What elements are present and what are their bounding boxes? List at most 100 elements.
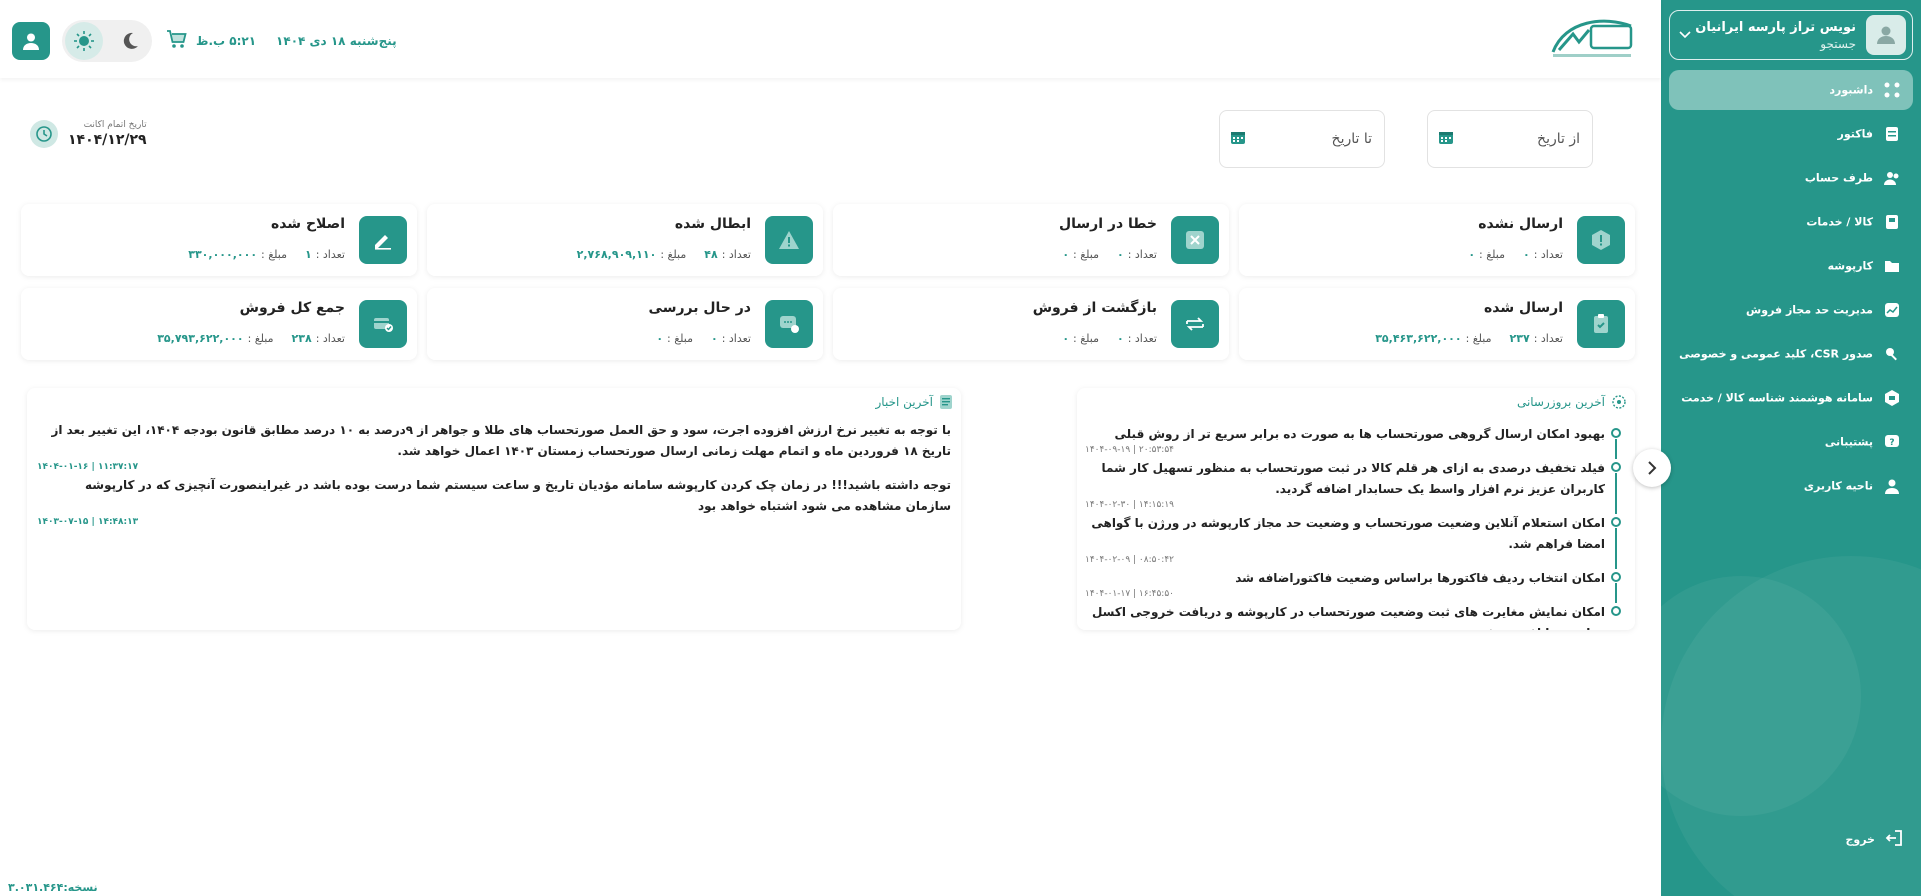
stat-amount: ۰: [656, 332, 664, 345]
sidebar-item-label: طرف حساب: [1804, 171, 1873, 185]
count-label: تعداد :: [721, 248, 751, 261]
from-date-field[interactable]: از تاریخ: [1427, 110, 1593, 168]
sidebar-menu: داشبورد فاکتور طرف حساب کالا / خدمات کار…: [1669, 70, 1913, 510]
sidebar-item-label: کارپوشه: [1827, 259, 1873, 273]
list-item: فیلد تخفیف درصدی به ازای هر قلم کالا در …: [1085, 458, 1621, 514]
header-toolbar: ۵:۲۱ ب.ظ پنج‌شنبه ۱۸ دی ۱۴۰۴: [12, 20, 397, 62]
key-icon: [1881, 343, 1903, 365]
user-avatar-icon: [1866, 15, 1906, 55]
stat-card-not-sent[interactable]: ارسال نشده تعداد :۰ مبلغ :۰: [1239, 204, 1635, 276]
calendar-icon[interactable]: [1438, 129, 1454, 149]
sidebar-item-label: صدور CSR، کلید عمومی و خصوصی: [1679, 347, 1873, 361]
app-version: نسخه:۳.۰۳۱.۴۶۴: [8, 881, 98, 894]
update-text: بهبود امکان ارسال گروهی صورتحساب ها به ص…: [1114, 427, 1606, 441]
stat-card-under-review[interactable]: در حال بررسی تعداد :۰ مبلغ :۰: [427, 288, 823, 360]
timeline-dot: [1611, 462, 1621, 472]
stat-title: بازگشت از فروش: [1032, 300, 1157, 316]
sidebar-item-barcode[interactable]: سامانه هوشمند شناسه کالا / خدمت: [1669, 378, 1913, 418]
edit-icon: [359, 216, 407, 264]
account-expiry: تاریخ اتمام اکانت ۱۴۰۴/۱۲/۲۹: [30, 120, 147, 148]
support-icon: ?: [1881, 431, 1903, 453]
logout-icon: [1885, 829, 1903, 850]
stat-count: ۱: [304, 248, 312, 261]
updates-title: آخرین بروزرسانی: [1517, 394, 1627, 410]
profile-button[interactable]: [12, 22, 50, 60]
moon-icon[interactable]: [111, 22, 149, 60]
timeline-line: [1615, 473, 1617, 514]
amount-label: مبلغ :: [660, 248, 687, 261]
sidebar-item-support[interactable]: ? پشتیبانی: [1669, 422, 1913, 462]
svg-text:?: ?: [1889, 438, 1894, 448]
amount-label: مبلغ :: [1073, 248, 1099, 261]
stat-amount: ۳۵,۷۹۳,۶۲۲,۰۰۰: [157, 332, 244, 345]
stat-title: ارسال نشده: [1478, 216, 1563, 232]
user-card[interactable]: نویس تراز پارسه ایرانیان جستجو: [1669, 10, 1913, 60]
list-item: توجه داشته باشید!!! در زمان چک کردن کارپ…: [37, 475, 951, 527]
news-text: با توجه به تغییر نرخ ارزش افزوده اجرت، س…: [51, 423, 951, 458]
stat-card-cancelled[interactable]: ابطال شده تعداد :۴۸ مبلغ :۲,۷۶۸,۹۰۹,۱۱۰: [427, 204, 823, 276]
sidebar-item-goods[interactable]: کالا / خدمات: [1669, 202, 1913, 242]
header-date: پنج‌شنبه ۱۸ دی ۱۴۰۴: [276, 34, 397, 48]
stat-card-corrected[interactable]: اصلاح شده تعداد :۱ مبلغ :۳۳۰,۰۰۰,۰۰۰: [21, 204, 417, 276]
stat-amount: ۰: [1062, 332, 1070, 345]
amount-label: مبلغ :: [247, 332, 274, 345]
sidebar-item-label: سامانه هوشمند شناسه کالا / خدمت: [1681, 391, 1873, 405]
list-item: امکان نمایش مغایرت های ثبت وضعیت صورتحسا…: [1085, 602, 1621, 630]
sidebar-item-label: داشبورد: [1829, 83, 1873, 97]
update-stamp: ۱۴۰۴-۰۲-۳۰ | ۱۴:۱۵:۱۹: [1085, 500, 1174, 510]
timeline-dot: [1611, 572, 1621, 582]
error-x-icon: [1171, 216, 1219, 264]
sidebar-item-sales-limit[interactable]: مدیریت حد مجاز فروش: [1669, 290, 1913, 330]
sidebar-item-invoice[interactable]: فاکتور: [1669, 114, 1913, 154]
count-label: تعداد :: [315, 248, 345, 261]
timeline-line: [1615, 439, 1617, 459]
stat-title: در حال بررسی: [648, 300, 751, 316]
calendar-icon[interactable]: [1230, 129, 1246, 149]
sidebar-item-contacts[interactable]: طرف حساب: [1669, 158, 1913, 198]
theme-toggle[interactable]: [62, 20, 152, 62]
sun-icon[interactable]: [65, 22, 103, 60]
warning-triangle-icon: [765, 216, 813, 264]
sidebar-item-csr[interactable]: صدور CSR، کلید عمومی و خصوصی: [1669, 334, 1913, 374]
chevron-down-icon[interactable]: [1676, 27, 1694, 43]
user-icon: [23, 33, 39, 50]
brand-logo: [1545, 12, 1637, 64]
stat-card-sales-return[interactable]: بازگشت از فروش تعداد :۰ مبلغ :۰: [833, 288, 1229, 360]
stat-card-sent[interactable]: ارسال شده تعداد :۲۳۷ مبلغ :۳۵,۴۶۳,۶۲۲,۰۰۰: [1239, 288, 1635, 360]
sidebar-item-label: فاکتور: [1837, 127, 1873, 141]
folder-icon: [1881, 255, 1903, 277]
amount-label: مبلغ :: [1073, 332, 1099, 345]
dashboard-icon: [1881, 79, 1903, 101]
stat-line: تعداد :۰ مبلغ :۰: [652, 332, 751, 345]
stat-count: ۰: [1116, 248, 1124, 261]
count-label: تعداد :: [1533, 248, 1563, 261]
stat-card-total-sales[interactable]: جمع کل فروش تعداد :۲۳۸ مبلغ :۳۵,۷۹۳,۶۲۲,۰…: [21, 288, 417, 360]
amount-label: مبلغ :: [1465, 332, 1492, 345]
sidebar-item-label: مدیریت حد مجاز فروش: [1746, 303, 1873, 317]
contacts-icon: [1881, 167, 1903, 189]
sidebar: نویس تراز پارسه ایرانیان جستجو داشبورد ف…: [1661, 0, 1921, 896]
sidebar-item-dashboard[interactable]: داشبورد: [1669, 70, 1913, 110]
stat-line: تعداد :۱ مبلغ :۳۳۰,۰۰۰,۰۰۰: [184, 248, 345, 261]
update-stamp: ۱۴۰۴-۰۹-۱۹ | ۲۰:۵۳:۵۴: [1085, 445, 1174, 455]
logout-button[interactable]: خروج: [1669, 824, 1913, 854]
sidebar-item-folder[interactable]: کارپوشه: [1669, 246, 1913, 286]
stat-title: اصلاح شده: [270, 216, 345, 232]
sidebar-collapse-button[interactable]: [1633, 449, 1671, 487]
news-panel: آخرین اخبار با توجه به تغییر نرخ ارزش اف…: [27, 388, 961, 630]
stat-count: ۴۸: [704, 248, 718, 261]
news-list: با توجه به تغییر نرخ ارزش افزوده اجرت، س…: [37, 420, 951, 530]
stat-line: تعداد :۰ مبلغ :۰: [1464, 248, 1563, 261]
stat-title: ارسال شده: [1483, 300, 1563, 316]
to-date-field[interactable]: تا تاریخ: [1219, 110, 1385, 168]
sidebar-item-label: پشتیبانی: [1824, 435, 1873, 449]
stat-amount: ۳۳۰,۰۰۰,۰۰۰: [188, 248, 258, 261]
update-text: امکان انتخاب ردیف فاکتورها براساس وضعیت …: [1235, 571, 1605, 585]
stat-card-send-error[interactable]: خطا در ارسال تعداد :۰ مبلغ :۰: [833, 204, 1229, 276]
count-label: تعداد :: [1127, 332, 1157, 345]
updates-icon: [1611, 394, 1627, 410]
sidebar-item-user-area[interactable]: ناحیه کاربری: [1669, 466, 1913, 506]
timeline-dot: [1611, 606, 1621, 616]
cart-icon[interactable]: [166, 28, 188, 54]
list-item: امکان استعلام آنلاین وضعیت صورتحساب و وض…: [1085, 513, 1621, 569]
